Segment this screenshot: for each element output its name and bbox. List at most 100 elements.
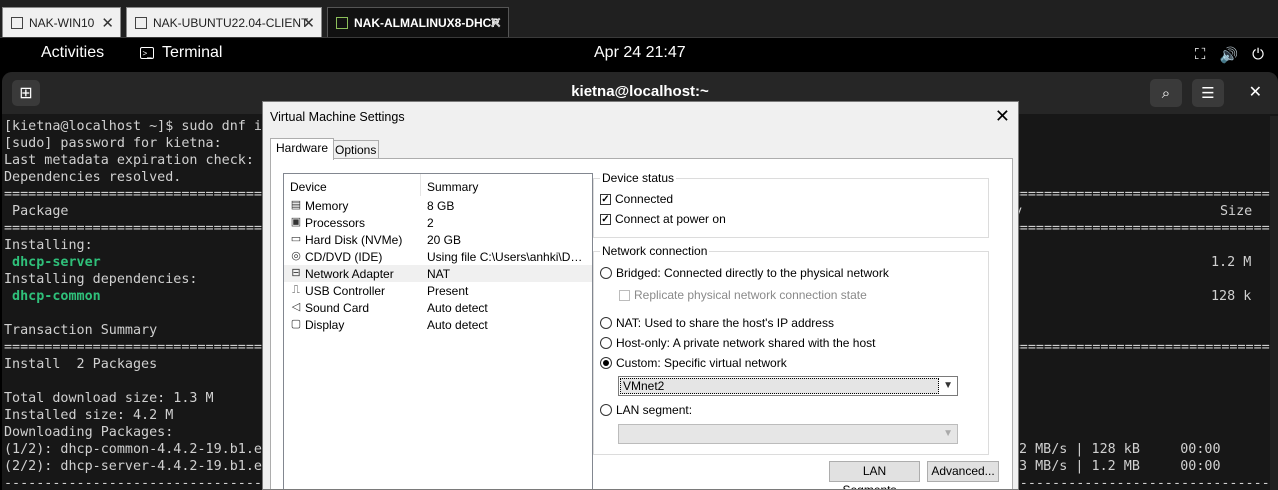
radio-unselected-icon bbox=[600, 404, 612, 416]
display-icon: ▢ bbox=[290, 318, 302, 330]
vm-tab-almalinux[interactable]: NAK-ALMALINUX8-DHCP ✕ bbox=[327, 7, 509, 37]
hardware-panel: Device Summary ▤ Memory 8 GB ▣ Processors 2 ▭ H… bbox=[270, 158, 1013, 489]
device-name: Display bbox=[305, 318, 345, 332]
lan-segments-button[interactable]: LAN Segments... bbox=[829, 461, 920, 489]
device-summary: 8 GB bbox=[427, 199, 455, 213]
device-row-cd-dvd-ide[interactable]: ◎ CD/DVD (IDE) Using file C:\Users\anhki\D… bbox=[284, 248, 592, 265]
connected-checkbox[interactable]: ✓ Connected bbox=[600, 192, 673, 206]
search-icon: ⌕ bbox=[1161, 84, 1171, 102]
device-summary: 2 bbox=[427, 216, 434, 230]
close-icon[interactable]: ✕ bbox=[101, 14, 114, 32]
app-menu[interactable]: >_ Terminal bbox=[140, 44, 222, 62]
network-adapter-icon: ⊟ bbox=[291, 267, 301, 279]
terminal-text-dl2: 3 MB/s | 1.2 MB 00:00 bbox=[1019, 459, 1221, 474]
device-summary: Auto detect bbox=[427, 318, 488, 332]
device-row-hard-disk-nvme[interactable]: ▭ Hard Disk (NVMe) 20 GB bbox=[284, 231, 592, 248]
network-connection-label: Network connection bbox=[600, 244, 710, 258]
device-name: Network Adapter bbox=[305, 267, 394, 281]
device-status-label: Device status bbox=[600, 171, 677, 185]
radio-unselected-icon bbox=[600, 267, 612, 279]
close-icon[interactable]: ✕ bbox=[302, 14, 315, 32]
vm-tab-ubuntu[interactable]: NAK-UBUNTU22.04-CLIENT ✕ bbox=[126, 7, 322, 37]
device-status-group: Device status ✓ Connected ✓ Connect at p… bbox=[593, 171, 989, 238]
chevron-down-icon: ▼ bbox=[943, 380, 953, 391]
close-window-button[interactable]: ✕ bbox=[1249, 82, 1262, 101]
device-row-network-adapter[interactable]: ⊟ Network Adapter NAT bbox=[284, 265, 592, 282]
device-name: Processors bbox=[305, 216, 366, 230]
vmnet-selected-value: VMnet2 bbox=[620, 378, 939, 394]
vm-tab-bar: NAK-WIN10 ✕ NAK-UBUNTU22.04-CLIENT ✕ NAK… bbox=[0, 0, 1278, 38]
device-summary: Present bbox=[427, 284, 469, 298]
lan-segment-select[interactable]: ▼ bbox=[618, 424, 958, 444]
replicate-state-checkbox[interactable]: Replicate physical network connection st… bbox=[619, 288, 867, 302]
custom-radio[interactable]: Custom: Specific virtual network bbox=[600, 356, 787, 370]
vm-tab-win10[interactable]: NAK-WIN10 ✕ bbox=[2, 7, 121, 37]
close-icon: ✕ bbox=[1248, 82, 1262, 101]
dialog-close-button[interactable]: ✕ bbox=[995, 106, 1010, 127]
close-icon: ✕ bbox=[994, 106, 1010, 126]
disk-icon: ▭ bbox=[290, 233, 302, 245]
terminal-text-server-size: 1.2 M bbox=[1211, 255, 1252, 270]
terminal-title: kietna@localhost:~ bbox=[571, 83, 709, 100]
device-summary: Auto detect bbox=[427, 301, 488, 315]
vm-icon bbox=[11, 16, 23, 29]
network-connection-group: Network connection Bridged: Connected di… bbox=[593, 244, 989, 455]
search-button[interactable]: ⌕ bbox=[1150, 79, 1182, 107]
system-menu[interactable]: ⛶ 🔊 ⏻ bbox=[1195, 46, 1264, 64]
device-name: Hard Disk (NVMe) bbox=[305, 233, 403, 247]
device-list[interactable]: Device Summary ▤ Memory 8 GB ▣ Processors 2 ▭ H… bbox=[283, 173, 593, 489]
device-row-processors[interactable]: ▣ Processors 2 bbox=[284, 214, 592, 231]
terminal-text-common-size: 128 k bbox=[1211, 289, 1252, 304]
advanced-button[interactable]: Advanced... bbox=[927, 461, 999, 482]
device-row-sound-card[interactable]: ◁ Sound Card Auto detect bbox=[284, 299, 592, 316]
clock[interactable]: Apr 24 21:47 bbox=[594, 44, 686, 62]
radio-unselected-icon bbox=[600, 317, 612, 329]
menu-button[interactable]: ☰ bbox=[1192, 79, 1224, 107]
lan-segment-radio[interactable]: LAN segment: bbox=[600, 403, 692, 417]
device-name: CD/DVD (IDE) bbox=[305, 250, 383, 264]
sound-icon: ◁ bbox=[291, 301, 301, 313]
power-icon: ⏻ bbox=[1252, 46, 1264, 63]
gnome-top-bar: Activities >_ Terminal Apr 24 21:47 ⛶ 🔊 … bbox=[0, 38, 1278, 70]
device-summary: 20 GB bbox=[427, 233, 462, 247]
tab-options[interactable]: Options bbox=[329, 140, 379, 159]
cpu-icon: ▣ bbox=[290, 216, 302, 228]
radio-selected-icon bbox=[600, 357, 612, 369]
device-row-display[interactable]: ▢ Display Auto detect bbox=[284, 316, 592, 333]
device-name: Sound Card bbox=[305, 301, 370, 315]
terminal-icon: >_ bbox=[140, 47, 154, 59]
device-summary: Using file C:\Users\anhki\Dow... bbox=[427, 250, 587, 264]
vm-settings-dialog: Virtual Machine Settings ✕ Hardware Opti… bbox=[262, 101, 1019, 490]
connect-at-power-on-checkbox[interactable]: ✓ Connect at power on bbox=[600, 212, 726, 226]
vm-running-icon bbox=[336, 16, 348, 29]
dialog-title: Virtual Machine Settings bbox=[270, 110, 405, 124]
summary-column-header[interactable]: Summary bbox=[427, 180, 478, 194]
checkbox-checked-icon: ✓ bbox=[600, 193, 611, 205]
terminal-text-dl1: 2 MB/s | 128 kB 00:00 bbox=[1019, 442, 1221, 457]
close-icon[interactable]: ✕ bbox=[489, 14, 502, 32]
device-row-memory[interactable]: ▤ Memory 8 GB bbox=[284, 197, 592, 214]
vmnet-select[interactable]: VMnet2 ▼ bbox=[618, 376, 958, 396]
usb-icon: ⎍ bbox=[292, 284, 300, 296]
device-name: Memory bbox=[305, 199, 349, 213]
vm-icon bbox=[135, 16, 147, 29]
network-icon: ⛶ bbox=[1194, 46, 1206, 63]
checkbox-checked-icon: ✓ bbox=[600, 213, 611, 225]
column-separator[interactable] bbox=[420, 174, 421, 196]
scrollbar[interactable] bbox=[1270, 116, 1278, 490]
bridged-radio[interactable]: Bridged: Connected directly to the physi… bbox=[600, 266, 889, 280]
radio-unselected-icon bbox=[600, 337, 612, 349]
nat-radio[interactable]: NAT: Used to share the host's IP address bbox=[600, 316, 834, 330]
memory-icon: ▤ bbox=[290, 199, 302, 211]
hamburger-icon: ☰ bbox=[1201, 84, 1215, 102]
host-only-radio[interactable]: Host-only: A private network shared with… bbox=[600, 336, 875, 350]
device-column-header[interactable]: Device bbox=[290, 180, 327, 194]
device-name: USB Controller bbox=[305, 284, 386, 298]
device-list-header: Device Summary bbox=[284, 174, 592, 196]
tab-hardware[interactable]: Hardware bbox=[270, 138, 334, 160]
activities-button[interactable]: Activities bbox=[41, 44, 104, 62]
device-row-usb-controller[interactable]: ⎍ USB Controller Present bbox=[284, 282, 592, 299]
chevron-down-icon: ▼ bbox=[943, 428, 953, 439]
terminal-text-size-header: Size bbox=[1220, 204, 1253, 219]
device-summary: NAT bbox=[427, 267, 451, 281]
